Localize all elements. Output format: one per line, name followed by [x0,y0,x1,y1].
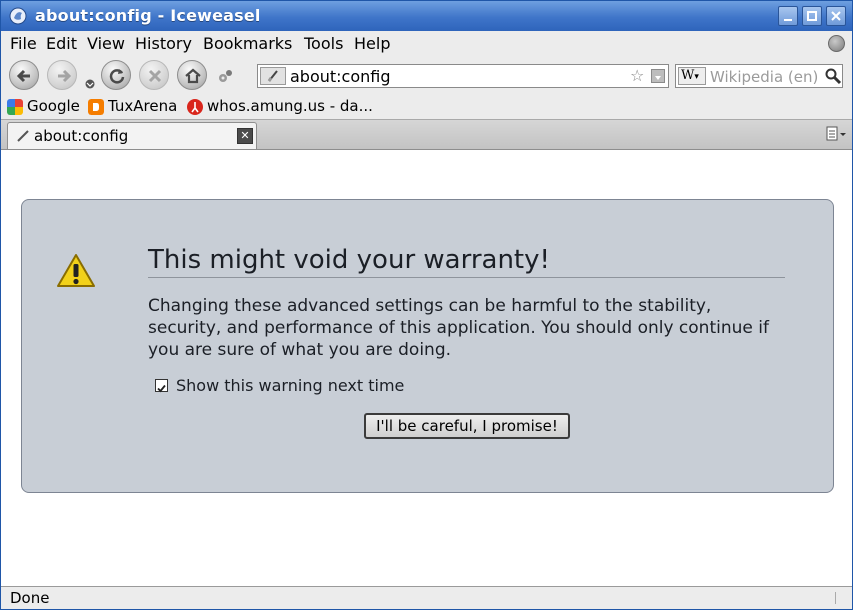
home-button[interactable] [177,60,207,90]
menu-edit[interactable]: Edit [46,34,77,53]
menu-bookmarks[interactable]: Bookmarks [203,34,292,53]
url-bar[interactable]: about:config ☆ [257,64,669,88]
resize-grip-icon[interactable] [835,592,847,604]
list-all-tabs-icon[interactable] [825,125,847,143]
minimize-icon [784,19,792,21]
menu-file[interactable]: File [10,34,37,53]
status-bar: Done [1,586,852,609]
search-input[interactable]: Wikipedia (en) [710,68,818,86]
menu-view[interactable]: View [87,34,125,53]
search-bar[interactable]: W▾ Wikipedia (en) [675,64,843,88]
menu-tools[interactable]: Tools [304,34,343,53]
close-icon [831,11,841,21]
warning-title: This might void your warranty! [148,245,785,278]
blogger-favicon-icon [88,99,104,115]
extensions-gear-icon[interactable] [217,67,235,85]
bookmark-star-icon[interactable]: ☆ [630,66,644,85]
site-identity-button[interactable] [260,67,286,85]
show-warning-label[interactable]: Show this warning next time [176,376,404,395]
minimize-button[interactable] [778,6,798,26]
reload-icon [109,69,125,84]
window-title: about:config - Iceweasel [35,6,261,25]
browser-window: about:config - Iceweasel File Edit View … [0,0,853,610]
maximize-icon [807,11,817,21]
url-text[interactable]: about:config [290,67,391,86]
search-icon[interactable] [824,67,842,85]
activity-throbber-icon [828,35,845,52]
menu-help[interactable]: Help [354,34,390,53]
page-content: This might void your warranty! Changing … [1,149,852,586]
checkmark-icon [157,384,166,393]
bookmarks-toolbar: Google TuxArena whos.amung.us - da... [1,95,852,119]
whos-amung-us-favicon-icon [187,99,203,115]
page-icon [267,70,278,82]
reload-button[interactable] [101,60,131,90]
page-icon [17,130,29,142]
google-favicon-icon [7,99,23,115]
tab-about-config[interactable]: about:config ✕ [7,122,257,150]
title-bar: about:config - Iceweasel [1,1,852,31]
back-arrow-icon [16,69,30,83]
confirm-careful-button[interactable]: I'll be careful, I promise! [364,413,570,439]
search-engine-selector[interactable]: W▾ [678,67,706,85]
iceweasel-app-icon [9,7,27,25]
menu-bar: File Edit View History Bookmarks Tools H… [1,31,852,57]
home-icon [185,68,201,84]
tab-strip: about:config ✕ [1,119,852,150]
stop-button[interactable] [139,60,169,90]
url-history-dropdown-icon[interactable] [651,69,665,83]
back-button[interactable] [9,60,39,90]
history-dropdown-icon[interactable] [84,79,96,89]
maximize-button[interactable] [802,6,822,26]
forward-button[interactable] [47,60,77,90]
show-warning-checkbox[interactable] [155,379,168,393]
warning-text: Changing these advanced settings can be … [148,296,769,360]
menu-history[interactable]: History [135,34,192,53]
status-text: Done [10,589,50,607]
warning-icon [57,254,95,287]
wikipedia-icon: W [681,68,695,83]
tab-close-icon[interactable]: ✕ [237,128,253,144]
warning-box: This might void your warranty! Changing … [21,199,834,493]
close-window-button[interactable] [826,6,846,26]
forward-arrow-icon [58,69,72,83]
tab-label: about:config [34,127,129,145]
stop-icon [148,69,162,83]
